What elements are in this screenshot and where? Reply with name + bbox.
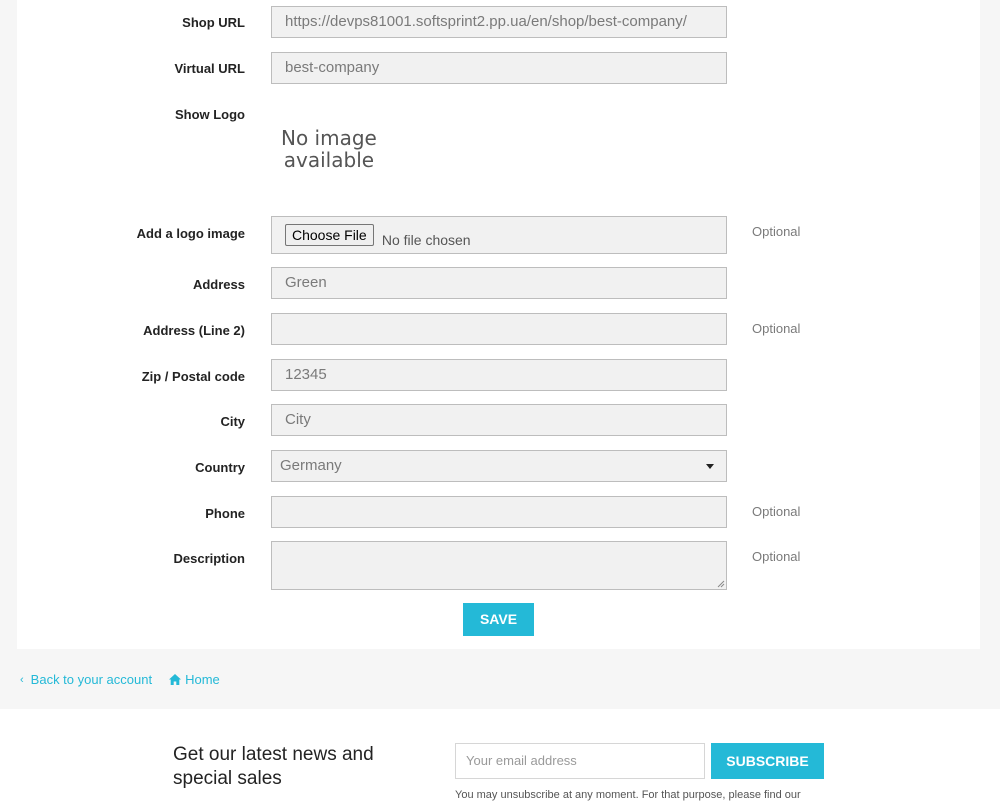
city-input[interactable]: City bbox=[271, 404, 727, 436]
no-image-line1: No image bbox=[281, 126, 377, 150]
back-to-account-label: Back to your account bbox=[30, 672, 153, 687]
newsletter-heading: Get our latest news and special sales bbox=[173, 744, 374, 789]
caret-down-icon bbox=[706, 464, 714, 469]
home-label: Home bbox=[185, 672, 220, 687]
save-button[interactable]: SAVE bbox=[463, 603, 534, 636]
chevron-left-icon: ‹ bbox=[20, 673, 24, 686]
account-links: ‹ Back to your account Home bbox=[20, 672, 220, 687]
shop-form-card: Shop URL https://devps81001.softsprint2.… bbox=[17, 0, 980, 649]
no-image-placeholder: No image available bbox=[281, 127, 377, 171]
address2-input[interactable] bbox=[271, 313, 727, 345]
zip-input[interactable]: 12345 bbox=[271, 359, 727, 391]
logo-file-input[interactable]: Choose File No file chosen bbox=[271, 216, 727, 254]
virtual-url-input[interactable]: best-company bbox=[271, 52, 727, 84]
file-status: No file chosen bbox=[381, 232, 471, 248]
home-icon bbox=[169, 674, 182, 685]
label-show-logo: Show Logo bbox=[174, 107, 245, 122]
unsubscribe-note: You may unsubscribe at any moment. For t… bbox=[455, 789, 801, 801]
label-city: City bbox=[220, 414, 245, 429]
optional-phone: Optional bbox=[752, 504, 801, 519]
resize-handle-icon[interactable] bbox=[717, 580, 725, 588]
description-textarea[interactable] bbox=[271, 541, 727, 590]
label-address2: Address (Line 2) bbox=[143, 323, 245, 338]
newsletter-section: Get our latest news and special sales Yo… bbox=[0, 709, 1000, 810]
label-country: Country bbox=[195, 460, 245, 475]
label-virtual-url: Virtual URL bbox=[174, 61, 245, 76]
country-value: Germany bbox=[280, 457, 342, 474]
address-input[interactable]: Green bbox=[271, 267, 727, 299]
optional-description: Optional bbox=[752, 549, 801, 564]
choose-file-button[interactable]: Choose File bbox=[285, 224, 374, 246]
label-logo-image: Add a logo image bbox=[136, 226, 245, 241]
optional-logo: Optional bbox=[752, 224, 801, 239]
label-phone: Phone bbox=[205, 506, 245, 521]
country-select[interactable]: Germany bbox=[271, 450, 727, 482]
subscribe-button[interactable]: SUBSCRIBE bbox=[711, 743, 824, 779]
optional-address2: Optional bbox=[752, 321, 801, 336]
label-address: Address bbox=[192, 277, 245, 292]
home-link[interactable]: Home bbox=[169, 672, 220, 687]
back-to-account-link[interactable]: ‹ Back to your account bbox=[20, 672, 152, 687]
label-zip: Zip / Postal code bbox=[141, 369, 245, 384]
shop-url-input[interactable]: https://devps81001.softsprint2.pp.ua/en/… bbox=[271, 6, 727, 38]
no-image-line2: available bbox=[283, 148, 375, 172]
label-description: Description bbox=[173, 551, 245, 566]
label-shop-url: Shop URL bbox=[182, 15, 245, 30]
phone-input[interactable] bbox=[271, 496, 727, 528]
email-input[interactable]: Your email address bbox=[455, 743, 705, 779]
